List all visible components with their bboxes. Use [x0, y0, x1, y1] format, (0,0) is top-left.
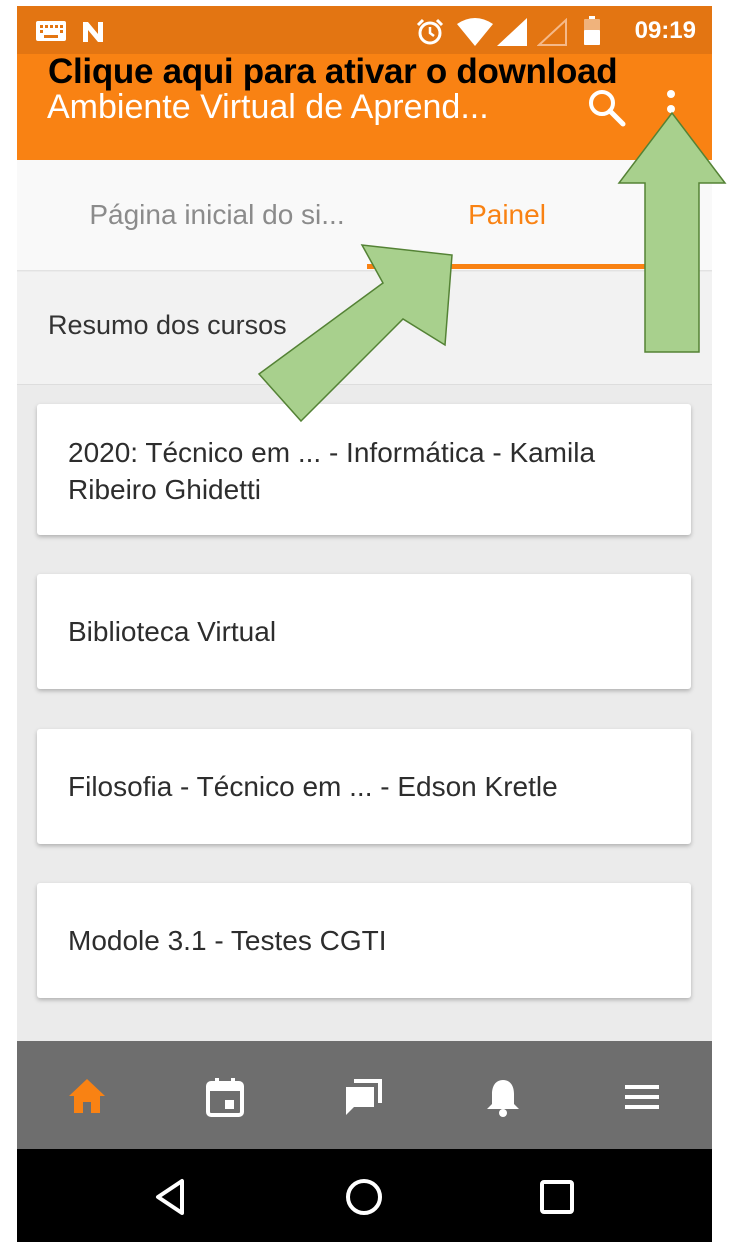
- signal-icon: [497, 18, 527, 46]
- home-circle-icon[interactable]: [340, 1173, 388, 1221]
- wifi-icon: [457, 18, 493, 46]
- status-time: 09:19: [634, 17, 696, 44]
- tab-dashboard[interactable]: Painel: [367, 160, 647, 270]
- status-bar: 09:19: [17, 6, 712, 54]
- section-title: Resumo dos cursos: [48, 310, 287, 340]
- course-card[interactable]: Biblioteca Virtual: [37, 574, 691, 689]
- active-tab-indicator: [367, 264, 647, 269]
- course-title: Biblioteca Virtual: [68, 616, 277, 647]
- calendar-icon[interactable]: [203, 1075, 247, 1119]
- alarm-icon: [416, 18, 444, 45]
- back-icon[interactable]: [148, 1173, 196, 1221]
- home-icon[interactable]: [65, 1075, 109, 1119]
- course-title: Modole 3.1 - Testes CGTI: [68, 925, 387, 956]
- notifications-icon[interactable]: [481, 1075, 525, 1119]
- instruction-overlay-text: Clique aqui para ativar o download: [48, 52, 618, 91]
- course-title: 2020: Técnico em ... - Informática - Kam…: [68, 437, 596, 505]
- tab-site-home[interactable]: Página inicial do si...: [57, 160, 377, 270]
- phone-screen: 09:19 Ambiente Virtual de Aprend... Pági…: [17, 6, 712, 1242]
- keyboard-icon: [36, 21, 66, 41]
- course-card[interactable]: Filosofia - Técnico em ... - Edson Kretl…: [37, 729, 691, 844]
- signal-empty-icon: [537, 18, 567, 46]
- bottom-navigation: [17, 1041, 712, 1149]
- system-navigation-bar: [17, 1149, 712, 1242]
- app-title: Ambiente Virtual de Aprend...: [47, 88, 489, 126]
- battery-icon: [584, 16, 600, 45]
- course-overview-header: Resumo dos cursos: [17, 272, 712, 385]
- course-card[interactable]: 2020: Técnico em ... - Informática - Kam…: [37, 404, 691, 535]
- course-card[interactable]: Modole 3.1 - Testes CGTI: [37, 883, 691, 998]
- tab-bar: Página inicial do si... Painel: [17, 160, 712, 271]
- search-icon[interactable]: [585, 86, 629, 130]
- n-notification-icon: [83, 22, 103, 42]
- course-title: Filosofia - Técnico em ... - Edson Kretl…: [68, 771, 558, 802]
- hamburger-menu-icon[interactable]: [620, 1075, 664, 1119]
- recents-icon[interactable]: [533, 1173, 581, 1221]
- messages-icon[interactable]: [342, 1075, 386, 1119]
